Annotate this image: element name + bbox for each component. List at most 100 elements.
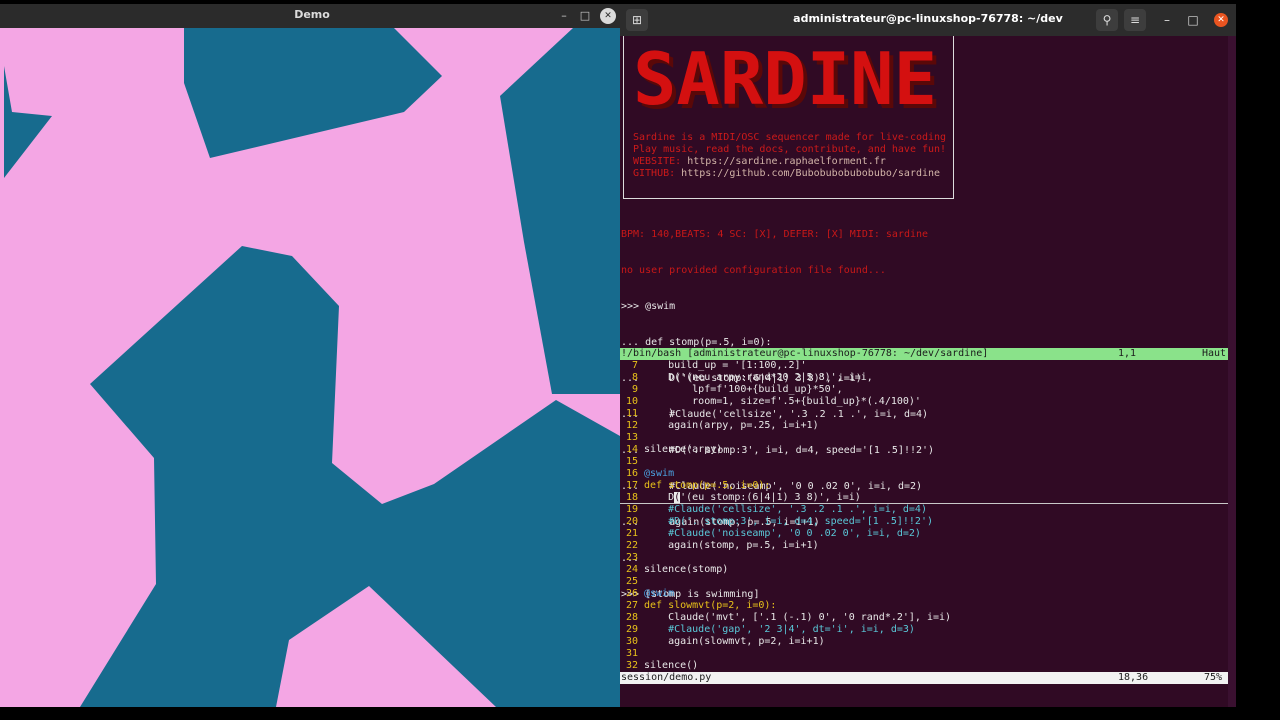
code-line[interactable]: 10 room=1, size=f'.5+{build_up}*(.4/100)… — [620, 396, 1228, 408]
code-text: again(arpy, p=.25, i=i+1) — [644, 420, 819, 431]
code-text: lpf=f'100+{build_up}*50', — [644, 384, 843, 395]
line-number: 18 — [625, 492, 638, 503]
vim-status-bottom: session/demo.py 18,36 75% — [620, 672, 1228, 684]
status-file: session/demo.py — [621, 672, 712, 683]
line-number: 22 — [625, 540, 638, 551]
line-number: 21 — [625, 528, 638, 539]
status-cursor-position: 1,1 — [1118, 348, 1137, 359]
maximize-icon[interactable]: □ — [1182, 9, 1204, 31]
terminal-window: ⊞ administrateur@pc-linuxshop-76778: ~/d… — [620, 4, 1236, 707]
code-line[interactable]: 13 — [620, 432, 1228, 444]
code-line[interactable]: 30 again(slowmvt, p=2, i=i+1) — [620, 636, 1228, 648]
code-line[interactable]: 17 def stomp(p=.5, i=0): — [620, 480, 1228, 492]
code-text: silence(stomp) — [644, 564, 729, 575]
code-text: def slowmvt(p=2, i=0): — [644, 600, 777, 611]
repl-line: BPM: 140,BEATS: 4 SC: [X], DEFER: [X] MI… — [621, 229, 929, 240]
banner-text: Sardine is a MIDI/OSC sequencer made for… — [633, 132, 946, 180]
code-text: D('(eu stomp:(6|4|1) 3 8)', i=i) — [644, 492, 861, 503]
code-text: again(stomp, p=.5, i=i+1) — [644, 540, 819, 551]
code-text: again(slowmvt, p=2, i=i+1) — [644, 636, 825, 647]
line-number: 25 — [625, 576, 638, 587]
code-text: Claude('mvt', ['.1 (-.1) 0', '0 rand*.2'… — [644, 612, 952, 623]
code-line[interactable]: 19 #Claude('cellsize', '.3 .2 .1 .', i=i… — [620, 504, 1228, 516]
code-line[interactable]: 7 build_up = '[1:100,.2]' — [620, 360, 1228, 372]
banner-line: Sardine is a MIDI/OSC sequencer made for… — [633, 132, 947, 143]
github-link[interactable]: https://github.com/Bubobubobubobubo/sard… — [681, 168, 940, 179]
code-text: silence() — [644, 660, 699, 671]
sardine-banner: SARDINE SARDINE Sardine is a MIDI/OSC se… — [623, 36, 954, 199]
repl-line: >>> @swim — [621, 301, 676, 312]
code-line[interactable]: 31 — [620, 648, 1228, 660]
code-line[interactable]: 14 silence(arpy) — [620, 444, 1228, 456]
close-icon[interactable]: ✕ — [600, 8, 616, 24]
line-number: 8 — [631, 372, 638, 383]
menu-icon[interactable]: ≡ — [1124, 9, 1146, 31]
code-line[interactable]: 28 Claude('mvt', ['.1 (-.1) 0', '0 rand*… — [620, 612, 1228, 624]
demo-window: Demo – □ ✕ — [0, 4, 620, 707]
code-line[interactable]: 26 @swim — [620, 588, 1228, 600]
code-text: @swim — [644, 468, 675, 479]
code-line[interactable]: 23 — [620, 552, 1228, 564]
search-icon[interactable]: ⚲ — [1096, 9, 1118, 31]
demo-canvas[interactable] — [4, 28, 620, 707]
line-number: 16 — [625, 468, 638, 479]
code-text: room=1, size=f'.5+{build_up}*(.4/100)' — [644, 396, 921, 407]
code-line[interactable]: 22 again(stomp, p=.5, i=i+1) — [620, 540, 1228, 552]
banner-line: Play music, read the docs, contribute, a… — [633, 144, 947, 155]
line-number: 32 — [625, 660, 638, 671]
line-number: 10 — [625, 396, 638, 407]
minimize-icon[interactable]: – — [556, 8, 572, 24]
code-line[interactable]: 27 def slowmvt(p=2, i=0): — [620, 600, 1228, 612]
code-text: #Claude('gap', '2 3|4', dt='i', i=i, d=3… — [644, 624, 915, 635]
code-line[interactable]: 11 ) — [620, 408, 1228, 420]
code-line[interactable]: 20 #D('. stomp:3', i=i, d=4, speed='[1 .… — [620, 516, 1228, 528]
code-line[interactable]: 29 #Claude('gap', '2 3|4', dt='i', i=i, … — [620, 624, 1228, 636]
line-number: 7 — [631, 360, 638, 371]
code-line[interactable]: 8 D('(neu arpy:rand*20 2|5 8)', i=i, — [620, 372, 1228, 384]
code-line[interactable]: 25 — [620, 576, 1228, 588]
status-scroll: Haut — [1202, 348, 1227, 359]
code-line[interactable]: 21 #Claude('noiseamp', '0 0 .02 0', i=i,… — [620, 528, 1228, 540]
line-number: 28 — [625, 612, 638, 623]
demo-titlebar[interactable]: Demo – □ ✕ — [0, 4, 620, 28]
code-line[interactable]: 9 lpf=f'100+{build_up}*50', — [620, 384, 1228, 396]
code-text: ) — [644, 408, 675, 419]
maximize-icon[interactable]: □ — [577, 8, 593, 24]
code-line[interactable]: 18 D('(eu stomp:(6|4|1) 3 8)', i=i) — [620, 492, 1228, 504]
code-editor[interactable]: 7 build_up = '[1:100,.2]' 8 D('(neu arpy:… — [620, 360, 1228, 672]
code-line[interactable]: 12 again(arpy, p=.25, i=i+1) — [620, 420, 1228, 432]
repl-line: no user provided configuration file foun… — [621, 265, 886, 276]
terminal-scrollbar[interactable] — [1228, 36, 1236, 707]
line-number: 13 — [625, 432, 638, 443]
line-number: 23 — [625, 552, 638, 563]
code-line[interactable]: 15 — [620, 456, 1228, 468]
line-number: 20 — [625, 516, 638, 527]
code-line[interactable]: 32 silence() — [620, 660, 1228, 672]
code-text: @swim — [644, 588, 675, 599]
website-label: WEBSITE: — [633, 156, 688, 167]
demo-window-title: Demo — [294, 8, 330, 21]
line-number: 9 — [631, 384, 638, 395]
status-path: !/bin/bash [administrateur@pc-linuxshop-… — [621, 348, 989, 359]
line-number: 27 — [625, 600, 638, 611]
line-number: 15 — [625, 456, 638, 467]
line-number: 29 — [625, 624, 638, 635]
terminal-titlebar[interactable]: ⊞ administrateur@pc-linuxshop-76778: ~/d… — [620, 4, 1236, 36]
line-number: 24 — [625, 564, 638, 575]
sardine-logo: SARDINE SARDINE — [633, 44, 941, 118]
line-number: 12 — [625, 420, 638, 431]
code-text: #D('. stomp:3', i=i, d=4, speed='[1 .5]!… — [644, 516, 933, 527]
code-text: #Claude('cellsize', '.3 .2 .1 .', i=i, d… — [644, 504, 927, 515]
code-line[interactable]: 24 silence(stomp) — [620, 564, 1228, 576]
website-link[interactable]: https://sardine.raphaelforment.fr — [687, 156, 886, 167]
minimize-icon[interactable]: – — [1156, 9, 1178, 31]
code-text: D('(neu arpy:rand*20 2|5 8)', i=i, — [644, 372, 873, 383]
sardine-logo-text: SARDINE — [633, 44, 937, 118]
banner-github: GITHUB: https://github.com/Bubobubobubob… — [633, 168, 946, 180]
code-line[interactable]: 16 @swim — [620, 468, 1228, 480]
status-scroll: 75% — [1204, 672, 1223, 683]
banner-website: WEBSITE: https://sardine.raphaelforment.… — [633, 156, 946, 168]
code-text: def stomp(p=.5, i=0): — [644, 480, 771, 491]
close-icon[interactable]: ✕ — [1214, 13, 1228, 27]
line-number: 14 — [625, 444, 638, 455]
